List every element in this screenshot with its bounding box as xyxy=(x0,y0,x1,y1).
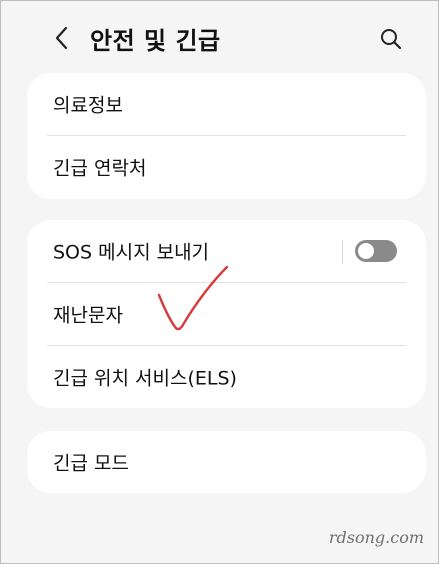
watermark: rdsong.com xyxy=(328,528,424,547)
settings-group-3: 긴급 모드 xyxy=(27,431,426,493)
settings-group-1: 의료정보 긴급 연락처 xyxy=(27,73,426,199)
page-title: 안전 및 긴급 xyxy=(90,27,221,55)
settings-group-2: SOS 메시지 보내기 재난문자 긴급 위치 서비스(ELS) xyxy=(27,220,426,408)
list-item-label: 의료정보 xyxy=(53,94,123,117)
emergency-contacts-item[interactable]: 긴급 연락처 xyxy=(27,136,426,198)
emergency-location-service-item[interactable]: 긴급 위치 서비스(ELS) xyxy=(27,346,426,408)
screenshot-frame: 안전 및 긴급 의료정보 긴급 연락처 SOS 메시지 보내기 재난문자 긴급 … xyxy=(0,0,439,564)
search-icon xyxy=(381,29,402,50)
toggle-separator xyxy=(342,240,343,264)
list-item-label: 재난문자 xyxy=(53,304,123,327)
medical-info-item[interactable]: 의료정보 xyxy=(27,73,426,135)
sos-message-item[interactable]: SOS 메시지 보내기 xyxy=(27,220,426,282)
emergency-mode-item[interactable]: 긴급 모드 xyxy=(27,431,426,493)
disaster-alerts-item[interactable]: 재난문자 xyxy=(27,283,426,345)
list-item-label: 긴급 연락처 xyxy=(53,157,147,180)
toggle-knob xyxy=(358,243,374,259)
search-button[interactable] xyxy=(378,26,404,52)
list-item-label: 긴급 위치 서비스(ELS) xyxy=(53,367,237,390)
chevron-left-icon xyxy=(55,26,68,50)
sos-message-toggle[interactable] xyxy=(355,240,397,262)
back-button[interactable] xyxy=(49,23,75,53)
list-item-label: SOS 메시지 보내기 xyxy=(53,241,210,264)
app-bar: 안전 및 긴급 xyxy=(1,1,438,73)
list-item-label: 긴급 모드 xyxy=(53,452,129,475)
